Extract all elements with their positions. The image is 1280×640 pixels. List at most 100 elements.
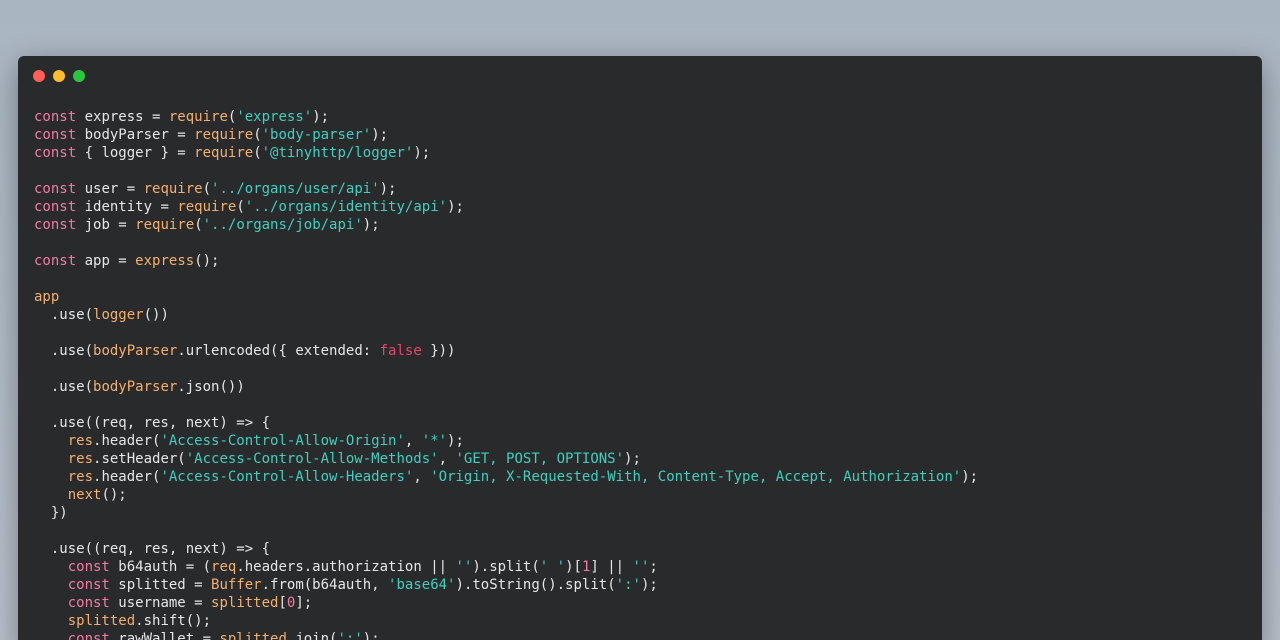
code-token: const [34, 217, 77, 233]
code-token: '' [455, 559, 473, 575]
code-token: res [67, 469, 94, 485]
code-token: ] || [590, 559, 633, 575]
code-token: 'Access-Control-Allow-Origin' [160, 433, 405, 449]
code-token: (); [194, 253, 220, 269]
code-token: app [34, 289, 60, 305]
code-token: .use( [34, 307, 94, 323]
code-line: res.header('Access-Control-Allow-Headers… [34, 468, 1262, 486]
code-window: const express = require('express'); const… [18, 56, 1262, 640]
code-token: }) [34, 505, 68, 521]
code-token: ( [253, 145, 262, 161]
code-token: 'Origin, X-Requested-With, Content-Type,… [430, 469, 962, 485]
code-token: job = [76, 217, 136, 233]
code-token: const [34, 145, 77, 161]
code-token: const [67, 631, 110, 640]
code-token: ); [362, 631, 380, 640]
code-token: .header( [93, 469, 161, 485]
code-line: const rawWallet = splitted.join(':'); [34, 630, 1262, 640]
code-token: const [34, 181, 77, 197]
code-line: next(); [34, 486, 1262, 504]
code-token: rawWallet = [109, 631, 220, 640]
minimize-window-button[interactable] [53, 70, 65, 82]
code-line: .use(bodyParser.json()) [34, 378, 1262, 396]
code-line: res.header('Access-Control-Allow-Origin'… [34, 432, 1262, 450]
code-token: identity = [76, 199, 178, 215]
code-line: const bodyParser = require('body-parser'… [34, 126, 1262, 144]
code-token: const [34, 109, 77, 125]
code-token: require [194, 127, 254, 143]
code-token: user = [76, 181, 144, 197]
code-token: const [34, 253, 77, 269]
code-token: ( [194, 217, 203, 233]
code-token: .shift(); [135, 613, 212, 629]
code-token: req [211, 559, 237, 575]
code-token: res [67, 433, 94, 449]
code-line: .use((req, res, next) => { [34, 414, 1262, 432]
code-token: 'Access-Control-Allow-Headers' [160, 469, 414, 485]
code-token: const [67, 577, 110, 593]
code-token: 'GET, POST, OPTIONS' [455, 451, 625, 467]
code-token: .headers.authorization || [236, 559, 456, 575]
code-token: ); [371, 127, 389, 143]
code-token: })) [421, 343, 456, 359]
code-token: .json()) [177, 379, 245, 395]
code-line: const { logger } = require('@tinyhttp/lo… [34, 144, 1262, 162]
window-titlebar [18, 56, 1262, 96]
code-line: .use(bodyParser.urlencoded({ extended: f… [34, 342, 1262, 360]
code-token: '@tinyhttp/logger' [261, 145, 414, 161]
code-token: ':' [615, 577, 641, 593]
close-window-button[interactable] [33, 70, 45, 82]
code-line: const splitted = Buffer.from(b64auth, 'b… [34, 576, 1262, 594]
code-token: require [135, 217, 195, 233]
code-line: .use(logger()) [34, 306, 1262, 324]
code-token: require [143, 181, 203, 197]
code-editor[interactable]: const express = require('express'); const… [34, 108, 1262, 640]
code-token: logger [93, 307, 144, 323]
code-token: ); [379, 181, 397, 197]
code-token: '../organs/user/api' [211, 181, 380, 197]
code-line: const job = require('../organs/job/api')… [34, 216, 1262, 234]
code-token: , [404, 433, 422, 449]
code-token: '../organs/job/api' [202, 217, 363, 233]
code-token: splitted [219, 631, 287, 640]
code-line: res.setHeader('Access-Control-Allow-Meth… [34, 450, 1262, 468]
code-token: ' ' [539, 559, 566, 575]
code-token: bodyParser = [76, 127, 195, 143]
code-line: const b64auth = (req.headers.authorizati… [34, 558, 1262, 576]
code-token: app = [76, 253, 136, 269]
code-token: splitted [67, 613, 136, 629]
code-token: .from(b64auth, [261, 577, 389, 593]
code-token: [ [278, 595, 287, 611]
zoom-window-button[interactable] [73, 70, 85, 82]
code-token: )[ [565, 559, 582, 575]
code-token: ( [202, 181, 212, 197]
code-token: ; [649, 559, 658, 575]
code-token: '../organs/identity/api' [244, 199, 448, 215]
code-token: require [194, 145, 254, 161]
code-token: (); [101, 487, 127, 503]
code-token: res [67, 451, 94, 467]
code-token: '*' [421, 433, 448, 449]
code-token: ).toString().split( [455, 577, 616, 593]
code-token: const [67, 559, 110, 575]
code-token: username = [109, 595, 212, 611]
code-token: ).split( [472, 559, 540, 575]
code-line: const username = splitted[0]; [34, 594, 1262, 612]
code-token: b64auth = ( [109, 559, 212, 575]
code-token: ); [413, 145, 431, 161]
code-token: .use( [34, 379, 94, 395]
code-token: 'body-parser' [261, 127, 372, 143]
code-line: .use((req, res, next) => { [34, 540, 1262, 558]
code-token: const [67, 595, 110, 611]
code-token: { logger } = [76, 145, 195, 161]
